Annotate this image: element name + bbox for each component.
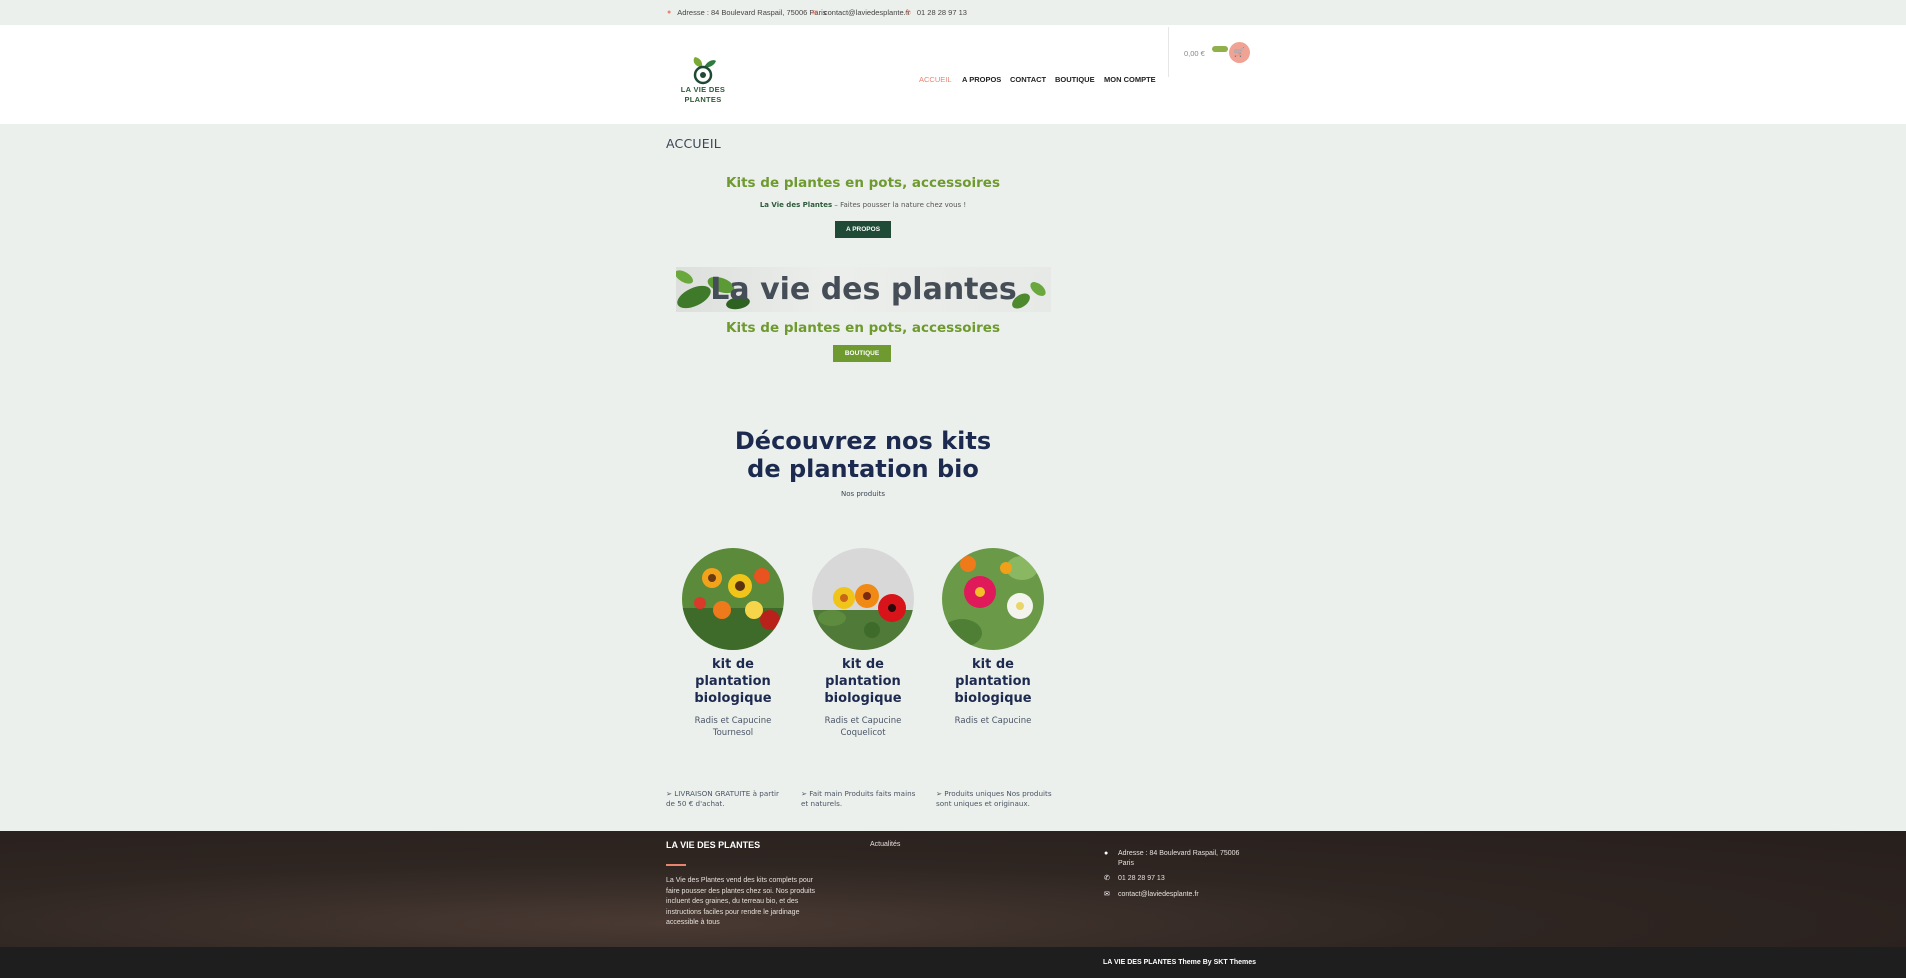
product-description: Radis et Capucine — [933, 715, 1053, 727]
footer-phone[interactable]: ✆ 01 28 28 97 13 — [1104, 874, 1244, 884]
product-title[interactable]: kit de plantation biologique — [933, 656, 1053, 707]
topbar-phone-text[interactable]: 01 28 28 97 13 — [917, 8, 967, 17]
products-title-line2: de plantation bio — [747, 455, 979, 483]
footer-bottom-bar: LA VIE DES PLANTES Theme By SKT Themes — [0, 947, 1906, 978]
tagline-text: – Faites pousser la nature chez vous ! — [832, 201, 967, 209]
footer-phone-text[interactable]: 01 28 28 97 13 — [1104, 874, 1244, 884]
shopping-cart-icon: 🛒 — [1233, 47, 1246, 57]
footer-title: LA VIE DES PLANTES — [666, 840, 761, 850]
hero-tagline: La Vie des Plantes – Faites pousser la n… — [690, 201, 1036, 209]
footer-address: ● Adresse : 84 Boulevard Raspail, 75006 … — [1104, 849, 1244, 869]
leaf-logo-icon — [693, 57, 716, 85]
envelope-icon: ✉ — [1104, 891, 1110, 898]
hero-heading: Kits de plantes en pots, accessoires — [726, 175, 1000, 191]
feature-free-delivery: ➢ LIVRAISON GRATUITE à partir de 50 € d'… — [666, 789, 779, 808]
footer-address-text: Adresse : 84 Boulevard Raspail, 75006 Pa… — [1118, 850, 1240, 867]
phone-icon: ✆ — [1104, 875, 1110, 882]
nav-item-mon-compte[interactable]: MON COMPTE — [1104, 75, 1156, 84]
top-info-bar: ● Adresse : 84 Boulevard Raspail, 75006 … — [0, 0, 1906, 25]
topbar-address: ● Adresse : 84 Boulevard Raspail, 75006 … — [667, 8, 827, 17]
banner-title: La vie des plantes — [710, 272, 1017, 307]
nav-item-boutique[interactable]: BOUTIQUE — [1055, 75, 1095, 84]
header-divider — [1168, 27, 1169, 77]
product-desc-line1: Radis et Capucine — [694, 716, 772, 726]
cart-button[interactable]: 🛒 — [1229, 42, 1250, 63]
topbar-email-text[interactable]: contact@laviedesplante.fr — [824, 8, 910, 17]
products-section-title: Découvrez nos kits de plantation bio — [690, 427, 1036, 483]
site-logo[interactable]: LA VIE DES PLANTES — [677, 55, 729, 129]
site-header: LA VIE DES PLANTES ACCUEIL A PROPOS CONT… — [0, 25, 1906, 124]
footer-news-link[interactable]: Actualités — [870, 841, 900, 848]
product-desc-line1: Radis et Capucine — [824, 716, 902, 726]
shop-heading: Kits de plantes en pots, accessoires — [726, 320, 1000, 336]
footer-email-text[interactable]: contact@laviedesplante.fr — [1104, 890, 1244, 900]
page-title: ACCUEIL — [666, 136, 721, 151]
product-card[interactable]: kit de plantation biologique Radis et Ca… — [803, 548, 923, 739]
feature-handmade: ➢ Fait main Produits faits mains et natu… — [801, 789, 916, 808]
phone-icon: ✆ — [905, 9, 911, 17]
product-desc-line2: Coquelicot — [840, 728, 886, 738]
product-desc-line1: Radis et Capucine — [954, 716, 1032, 726]
cart-total[interactable]: 0,00 € — [1184, 49, 1205, 58]
site-footer: LA VIE DES PLANTES La Vie des Plantes ve… — [0, 831, 1906, 947]
footer-title-underline — [666, 864, 686, 866]
footer-about-text: La Vie des Plantes vend des kits complet… — [666, 877, 816, 926]
cart-count-badge[interactable] — [1212, 46, 1228, 52]
about-button[interactable]: A PROPOS — [835, 221, 891, 238]
product-desc-line2: Tournesol — [712, 728, 754, 738]
map-pin-icon: ● — [1104, 850, 1109, 857]
map-pin-icon: ● — [667, 9, 672, 16]
topbar-phone[interactable]: ✆ 01 28 28 97 13 — [905, 8, 967, 17]
product-image[interactable] — [942, 548, 1044, 650]
product-image[interactable] — [812, 548, 914, 650]
products-subtitle: Nos produits — [840, 490, 886, 498]
footer-email[interactable]: ✉ contact@laviedesplante.fr — [1104, 890, 1244, 900]
nav-item-a-propos[interactable]: A PROPOS — [962, 75, 1001, 84]
topbar-address-text: Adresse : 84 Boulevard Raspail, 75006 Pa… — [677, 8, 827, 17]
product-image[interactable] — [682, 548, 784, 650]
tagline-brand: La Vie des Plantes — [759, 201, 833, 209]
product-description: Radis et Capucine Coquelicot — [803, 715, 923, 739]
shop-button[interactable]: BOUTIQUE — [833, 345, 891, 362]
products-title-line1: Découvrez nos kits — [734, 427, 992, 455]
nav-item-accueil[interactable]: ACCUEIL — [919, 75, 952, 84]
product-title[interactable]: kit de plantation biologique — [803, 656, 923, 707]
topbar-email[interactable]: ✉ contact@laviedesplante.fr — [812, 8, 910, 17]
product-card[interactable]: kit de plantation biologique Radis et Ca… — [673, 548, 793, 739]
theme-credit[interactable]: LA VIE DES PLANTES Theme By SKT Themes — [1103, 959, 1256, 966]
product-card[interactable]: kit de plantation biologique Radis et Ca… — [933, 548, 1053, 727]
logo-text-line2: PLANTES — [684, 95, 722, 104]
product-description: Radis et Capucine Tournesol — [673, 715, 793, 739]
hero-banner: La vie des plantes — [676, 267, 1051, 312]
nav-item-contact[interactable]: CONTACT — [1010, 75, 1046, 84]
envelope-icon: ✉ — [812, 9, 818, 17]
logo-text-line1: LA VIE DES — [680, 85, 726, 94]
feature-unique-products: ➢ Produits uniques Nos produits sont uni… — [936, 789, 1052, 808]
product-title[interactable]: kit de plantation biologique — [673, 656, 793, 707]
